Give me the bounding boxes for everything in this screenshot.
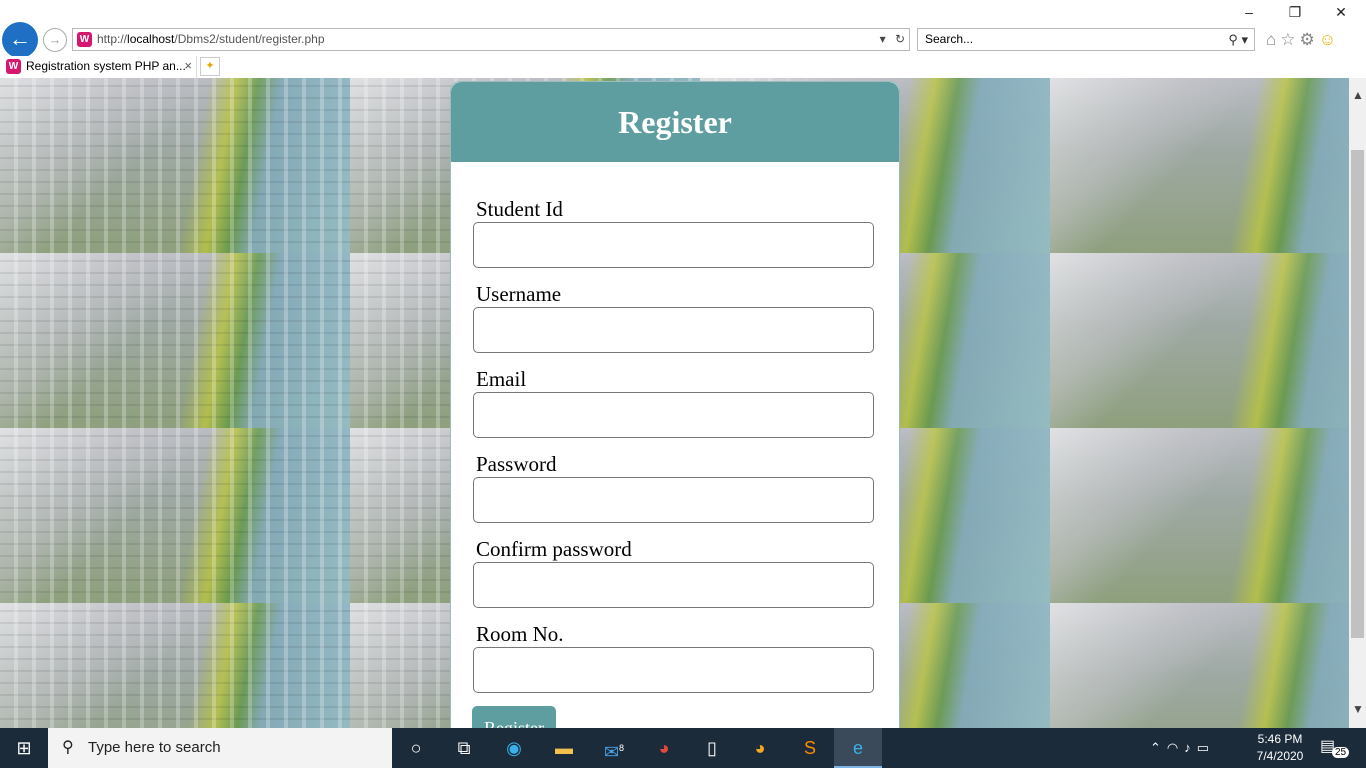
- email-input[interactable]: [473, 392, 874, 438]
- register-form: Student Id Username Email Password Confi…: [451, 162, 899, 693]
- volume-icon[interactable]: ♪: [1184, 740, 1197, 755]
- register-button[interactable]: Register: [472, 706, 556, 728]
- chrome-canary-icon[interactable]: ◕: [736, 728, 784, 768]
- url-host: localhost: [127, 32, 175, 46]
- student-id-label: Student Id: [476, 197, 563, 221]
- cortana-icon[interactable]: ○: [392, 728, 440, 768]
- scroll-thumb[interactable]: [1351, 150, 1364, 638]
- notification-count-badge: 25: [1332, 747, 1350, 758]
- notepad-icon[interactable]: ▯: [688, 728, 736, 768]
- scroll-down-icon[interactable]: ▼: [1352, 702, 1364, 716]
- browser-toolbar: ← → W http://localhost/Dbms2/student/reg…: [0, 22, 1366, 58]
- search-dropdown-icon[interactable]: ▾: [1241, 32, 1248, 47]
- forward-button[interactable]: →: [43, 28, 67, 52]
- edge-icon[interactable]: ◉: [490, 728, 538, 768]
- close-window-button[interactable]: ✕: [1326, 4, 1356, 21]
- tray-chevron-icon[interactable]: ⌃: [1150, 740, 1167, 755]
- student-id-input[interactable]: [473, 222, 874, 268]
- username-input[interactable]: [473, 307, 874, 353]
- clock-time: 5:46 PM: [1257, 732, 1303, 746]
- back-button[interactable]: ←: [2, 22, 38, 58]
- windows-taskbar: ⊞ ⚲ Type here to search ○ ⧉ ◉ ▬ ✉8 ◕ ▯ ◕…: [0, 728, 1366, 768]
- tab-registration[interactable]: W Registration system PHP an... ×: [0, 56, 197, 78]
- site-favicon-icon: W: [77, 32, 92, 47]
- feedback-smiley-icon[interactable]: ☺: [1319, 30, 1340, 49]
- tab-title: Registration system PHP an...: [26, 59, 186, 73]
- task-view-icon[interactable]: ⧉: [440, 728, 488, 768]
- taskbar-search-icon: ⚲: [62, 739, 74, 756]
- gear-icon[interactable]: ⚙: [1300, 30, 1319, 49]
- favorites-star-icon[interactable]: ☆: [1280, 30, 1299, 49]
- address-bar[interactable]: W http://localhost/Dbms2/student/registe…: [72, 28, 910, 51]
- internet-explorer-icon[interactable]: e: [834, 728, 882, 768]
- confirm-password-label: Confirm password: [476, 537, 632, 561]
- file-explorer-icon[interactable]: ▬: [540, 728, 588, 768]
- username-label: Username: [476, 282, 562, 306]
- mail-icon[interactable]: ✉8: [590, 728, 638, 768]
- confirm-password-input[interactable]: [473, 562, 874, 608]
- password-input[interactable]: [473, 477, 874, 523]
- home-icon[interactable]: ⌂: [1266, 30, 1280, 49]
- register-card: Register Student Id Username Email Passw…: [450, 81, 900, 728]
- browser-actions: ⌂☆⚙☺: [1266, 30, 1340, 50]
- chrome-icon[interactable]: ◕: [640, 728, 688, 768]
- card-header: Register: [451, 82, 899, 162]
- sublime-text-icon[interactable]: S: [786, 728, 834, 768]
- minimize-button[interactable]: –: [1234, 4, 1264, 20]
- password-label: Password: [476, 452, 557, 476]
- url-scheme: http://: [97, 32, 128, 46]
- search-placeholder: Search...: [925, 32, 974, 46]
- wifi-icon[interactable]: ◠: [1167, 740, 1184, 755]
- room-no-input[interactable]: [473, 647, 874, 693]
- email-label: Email: [476, 367, 527, 391]
- battery-icon[interactable]: ▭: [1197, 740, 1215, 755]
- taskbar-search-placeholder: Type here to search: [88, 739, 221, 756]
- scroll-up-icon[interactable]: ▲: [1352, 88, 1364, 102]
- tab-close-icon[interactable]: ×: [184, 56, 192, 76]
- page-background: Register Student Id Username Email Passw…: [0, 78, 1349, 728]
- url-path: /Dbms2/student/register.php: [174, 32, 325, 46]
- taskbar-search-input[interactable]: ⚲ Type here to search: [48, 728, 392, 768]
- restore-button[interactable]: ❐: [1280, 4, 1310, 21]
- taskbar-clock[interactable]: 5:46 PM 7/4/2020: [1250, 731, 1310, 765]
- clock-date: 7/4/2020: [1256, 749, 1304, 763]
- refresh-icon[interactable]: ↻: [895, 32, 905, 46]
- tab-favicon-icon: W: [6, 59, 21, 74]
- browser-search-input[interactable]: Search... ⚲ ▾: [917, 28, 1255, 51]
- tab-strip: W Registration system PHP an... × ✦: [0, 56, 1366, 78]
- mail-badge: 8: [619, 743, 625, 753]
- search-icon[interactable]: ⚲: [1228, 32, 1238, 47]
- system-tray: ⌃◠♪▭: [1150, 728, 1215, 768]
- page-title: Register: [618, 104, 732, 140]
- new-tab-button[interactable]: ✦: [200, 57, 220, 76]
- page-scrollbar[interactable]: ▲ ▼: [1349, 78, 1366, 728]
- room-no-label: Room No.: [476, 622, 564, 646]
- windows-start-icon[interactable]: ⊞: [0, 728, 48, 768]
- address-dropdown-icon[interactable]: ▾: [880, 32, 886, 46]
